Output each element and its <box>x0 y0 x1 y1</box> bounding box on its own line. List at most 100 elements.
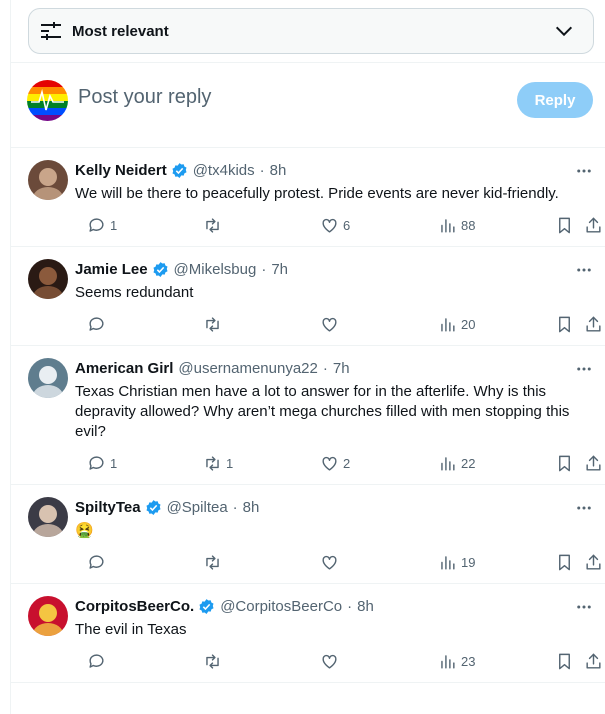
author-name[interactable]: SpiltyTea <box>75 499 141 516</box>
author-name[interactable]: Jamie Lee <box>75 261 148 278</box>
reposts-action[interactable]: 1 <box>203 452 233 474</box>
author-handle[interactable]: @tx4kids <box>193 162 255 179</box>
sort-dropdown[interactable]: Most relevant <box>28 8 594 54</box>
likes-action[interactable] <box>320 551 343 573</box>
likes-action[interactable] <box>320 650 343 672</box>
bookmark-action[interactable] <box>555 452 574 474</box>
reply-composer: Post your reply Reply <box>11 62 605 148</box>
reply-input[interactable]: Post your reply <box>78 86 211 109</box>
views-icon <box>441 218 455 233</box>
bookmark-action[interactable] <box>555 214 574 236</box>
likes-action[interactable] <box>320 313 343 335</box>
replies-action[interactable]: 1 <box>87 214 117 236</box>
timestamp[interactable]: 8h <box>243 499 260 516</box>
replies-action[interactable] <box>87 313 110 335</box>
avatar[interactable] <box>28 358 68 398</box>
more-icon[interactable] <box>575 499 593 517</box>
author-handle[interactable]: @Mikelsbug <box>174 261 257 278</box>
more-icon[interactable] <box>575 162 593 180</box>
timestamp[interactable]: 8h <box>270 162 287 179</box>
reply-post[interactable]: SpiltyTea @Spiltea · 8h 🤮 19 <box>11 485 605 584</box>
share-action[interactable] <box>584 214 603 236</box>
verified-badge-icon <box>153 262 168 277</box>
replies-action[interactable]: 1 <box>87 452 117 474</box>
avatar[interactable] <box>28 259 68 299</box>
reposts-action[interactable] <box>203 551 226 573</box>
avatar[interactable] <box>28 596 68 636</box>
reply-post[interactable]: Jamie Lee @Mikelsbug · 7h Seems redundan… <box>11 247 605 346</box>
action-bar: 19 <box>75 551 603 573</box>
likes-action[interactable]: 6 <box>320 214 350 236</box>
reply-icon <box>89 554 104 569</box>
avatar[interactable] <box>28 160 68 200</box>
share-action[interactable] <box>584 452 603 474</box>
like-icon <box>322 317 337 332</box>
reply-post[interactable]: Kelly Neidert @tx4kids · 8h We will be t… <box>11 148 605 247</box>
views-action[interactable]: 19 <box>438 551 475 573</box>
views-action[interactable]: 23 <box>438 650 475 672</box>
author-handle[interactable]: @Spiltea <box>167 499 228 516</box>
repost-icon <box>206 653 219 669</box>
timestamp[interactable]: 7h <box>271 261 288 278</box>
avatar[interactable] <box>28 497 68 537</box>
share-icon <box>586 455 601 471</box>
views-count: 19 <box>461 554 476 570</box>
replies-panel: Most relevant Post your reply Reply Kell… <box>10 0 605 714</box>
reposts-action[interactable] <box>203 214 226 236</box>
like-icon <box>322 456 337 471</box>
bookmark-icon <box>559 316 570 332</box>
views-icon <box>441 317 455 332</box>
author-name[interactable]: American Girl <box>75 360 173 377</box>
views-action[interactable]: 20 <box>438 313 475 335</box>
more-icon[interactable] <box>575 261 593 279</box>
share-icon <box>586 653 601 669</box>
action-bar: 20 <box>75 313 603 335</box>
author-name[interactable]: CorpitosBeerCo. <box>75 598 194 615</box>
share-action[interactable] <box>584 551 603 573</box>
bookmark-action[interactable] <box>555 551 574 573</box>
like-icon <box>322 555 337 570</box>
reply-icon <box>89 316 104 331</box>
author-name[interactable]: Kelly Neidert <box>75 162 167 179</box>
repost-icon <box>206 455 219 471</box>
more-icon[interactable] <box>575 360 593 378</box>
tune-icon <box>41 22 61 40</box>
views-count: 23 <box>461 653 476 669</box>
views-icon <box>441 555 455 570</box>
bookmark-action[interactable] <box>555 313 574 335</box>
more-icon[interactable] <box>575 598 593 616</box>
share-action[interactable] <box>584 650 603 672</box>
reposts-action[interactable] <box>203 313 226 335</box>
reply-post[interactable]: CorpitosBeerCo. @CorpitosBeerCo · 8h The… <box>11 584 605 683</box>
views-icon <box>441 654 455 669</box>
views-action[interactable]: 22 <box>438 452 475 474</box>
bookmark-action[interactable] <box>555 650 574 672</box>
timestamp[interactable]: 8h <box>357 598 374 615</box>
reply-icon <box>89 217 104 232</box>
action-bar: 23 <box>75 650 603 672</box>
repost-icon <box>206 217 219 233</box>
reply-header: Kelly Neidert @tx4kids · 8h <box>75 162 286 179</box>
reply-header: American Girl @usernamenunya22 · 7h <box>75 360 350 377</box>
reply-text: We will be there to peacefully protest. … <box>75 185 559 202</box>
share-action[interactable] <box>584 313 603 335</box>
reply-text: 🤮 <box>75 522 94 539</box>
separator-dot: · <box>259 162 265 179</box>
verified-badge-icon <box>199 599 214 614</box>
timestamp[interactable]: 7h <box>333 360 350 377</box>
author-handle[interactable]: @usernamenunya22 <box>178 360 317 377</box>
action-bar: 1 1 2 22 <box>75 452 603 474</box>
separator-dot: · <box>261 261 267 278</box>
reply-button[interactable]: Reply <box>517 82 593 118</box>
share-icon <box>586 554 601 570</box>
author-handle[interactable]: @CorpitosBeerCo <box>220 598 342 615</box>
reply-header: Jamie Lee @Mikelsbug · 7h <box>75 261 288 278</box>
reply-post[interactable]: American Girl @usernamenunya22 · 7h Texa… <box>11 346 605 485</box>
separator-dot: · <box>347 598 353 615</box>
avatar <box>27 80 68 121</box>
reposts-action[interactable] <box>203 650 226 672</box>
replies-action[interactable] <box>87 551 110 573</box>
views-action[interactable]: 88 <box>438 214 475 236</box>
replies-action[interactable] <box>87 650 110 672</box>
likes-action[interactable]: 2 <box>320 452 350 474</box>
